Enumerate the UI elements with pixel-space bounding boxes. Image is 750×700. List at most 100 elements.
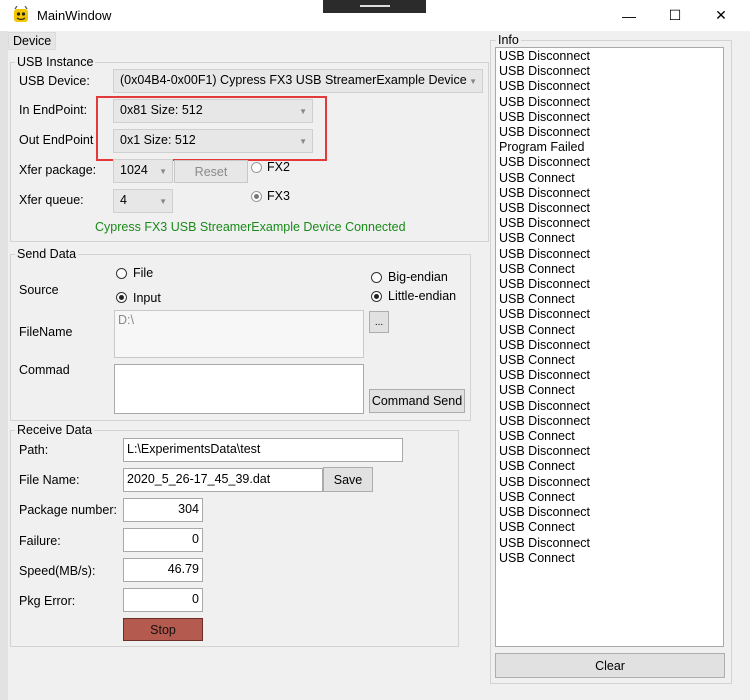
info-log-item: USB Disconnect [499, 201, 591, 216]
info-log-item: USB Connect [499, 322, 575, 337]
usb-instance-title: USB Instance [15, 55, 96, 69]
big-endian-radio[interactable] [371, 272, 382, 283]
info-log-item: USB Disconnect [499, 444, 591, 459]
info-log-item: Program Failed [499, 140, 585, 155]
drag-handle-grip-icon [360, 5, 390, 7]
reset-button[interactable]: Reset [174, 160, 248, 183]
info-log-item: USB Connect [499, 170, 575, 185]
minimize-icon: — [622, 7, 636, 24]
maximize-button[interactable]: ☐ [652, 0, 698, 31]
speed-label: Speed(MB/s): [19, 564, 96, 578]
failure-label: Failure: [19, 534, 61, 548]
xfer-queue-value: 4 [120, 193, 127, 207]
fx3-label: FX3 [267, 189, 290, 203]
little-endian-label: Little-endian [388, 289, 457, 303]
command-send-button[interactable]: Command Send [369, 389, 465, 413]
info-log-item: USB Disconnect [499, 109, 591, 124]
in-endpoint-label: In EndPoint: [19, 103, 88, 117]
info-log-list[interactable]: USB Disconnect USB Disconnect USB Disconne… [495, 47, 724, 647]
input-option-label: Input [133, 291, 161, 305]
save-button[interactable]: Save [323, 467, 373, 492]
info-title: Info [496, 33, 521, 47]
info-log-item: USB Connect [499, 550, 575, 565]
close-icon: ✕ [715, 7, 727, 23]
source-label: Source [19, 283, 59, 297]
pkg-error-field: 0 [123, 588, 203, 612]
send-data-title: Send Data [15, 247, 79, 261]
usb-device-select[interactable]: (0x04B4-0x00F1) Cypress FX3 USB Streamer… [113, 69, 483, 93]
input-radio[interactable] [116, 292, 127, 303]
info-log-item: USB Disconnect [499, 337, 591, 352]
xfer-queue-label: Xfer queue: [19, 193, 84, 207]
endpoint-highlight-box [96, 96, 327, 161]
info-log-item: USB Disconnect [499, 49, 591, 63]
file-name-label: File Name: [19, 473, 80, 487]
big-endian-label: Big-endian [388, 270, 448, 284]
info-log-item: USB Disconnect [499, 185, 591, 200]
file-radio[interactable] [116, 268, 127, 279]
fx2-label: FX2 [267, 160, 290, 174]
info-log-item: USB Disconnect [499, 246, 591, 261]
receive-data-title: Receive Data [15, 423, 95, 437]
info-log-item: USB Disconnect [499, 155, 591, 170]
filename-label: FileName [19, 325, 73, 339]
info-log-item: USB Disconnect [499, 307, 591, 322]
fx2-radio[interactable] [251, 162, 262, 173]
info-log-item: USB Disconnect [499, 505, 591, 520]
info-log-item: USB Disconnect [499, 413, 591, 428]
info-log-item: USB Connect [499, 261, 575, 276]
file-name-field[interactable]: 2020_5_26-17_45_39.dat [123, 468, 323, 492]
xfer-package-label: Xfer package: [19, 163, 97, 177]
info-log-item: USB Disconnect [499, 398, 591, 413]
info-log-items: USB Disconnect USB Disconnect USB Disconne… [496, 48, 723, 567]
chevron-down-icon: ▼ [159, 197, 167, 206]
app-icon [12, 5, 30, 24]
info-log-item: USB Disconnect [499, 474, 591, 489]
info-log-item: USB Connect [499, 231, 575, 246]
command-field[interactable] [114, 364, 364, 414]
window-title: MainWindow [37, 8, 112, 23]
info-log-item: USB Connect [499, 292, 575, 307]
info-log-item: USB Disconnect [499, 216, 591, 231]
background-window-edge [0, 31, 8, 700]
speed-field: 46.79 [123, 558, 203, 582]
out-endpoint-label: Out EndPoint [19, 133, 94, 147]
info-log-item: USB Connect [499, 353, 575, 368]
command-label: Commad [19, 363, 70, 377]
info-log-item: USB Connect [499, 489, 575, 504]
xfer-queue-select[interactable]: 4 ▼ [113, 189, 173, 213]
info-log-item: USB Connect [499, 520, 575, 535]
xfer-package-select[interactable]: 1024 ▼ [113, 159, 173, 183]
maximize-icon: ☐ [668, 7, 682, 23]
path-field[interactable]: L:\ExperimentsData\test [123, 438, 403, 462]
xfer-package-value: 1024 [120, 163, 148, 177]
pkg-error-label: Pkg Error: [19, 594, 76, 608]
stop-button[interactable]: Stop [123, 618, 203, 641]
info-log-item: USB Connect [499, 429, 575, 444]
chevron-down-icon: ▼ [469, 77, 477, 86]
chevron-down-icon: ▼ [159, 167, 167, 176]
info-log-item: USB Connect [499, 459, 575, 474]
menu-device[interactable]: Device [8, 32, 57, 50]
info-log-item: USB Disconnect [499, 79, 591, 94]
usb-device-label: USB Device: [19, 74, 90, 88]
little-endian-radio[interactable] [371, 291, 382, 302]
info-log-item: USB Disconnect [499, 64, 591, 79]
package-number-field: 304 [123, 498, 203, 522]
receive-data-group [10, 430, 459, 647]
clear-button[interactable]: Clear [495, 653, 725, 678]
filename-field[interactable]: D:\ [114, 310, 364, 358]
info-log-item: USB Disconnect [499, 535, 591, 550]
info-log-item: USB Disconnect [499, 94, 591, 109]
minimize-button[interactable]: — [606, 0, 652, 31]
package-number-label: Package number: [19, 503, 117, 517]
path-label: Path: [19, 443, 49, 457]
connection-status-text: Cypress FX3 USB StreamerExample Device C… [95, 220, 406, 234]
browse-button[interactable]: ... [369, 311, 389, 333]
info-log-item: USB Disconnect [499, 125, 591, 140]
usb-device-value: (0x04B4-0x00F1) Cypress FX3 USB Streamer… [120, 73, 467, 87]
fx3-radio[interactable] [251, 191, 262, 202]
info-log-item: USB Connect [499, 383, 575, 398]
close-button[interactable]: ✕ [698, 0, 744, 31]
info-log-item: USB Disconnect [499, 277, 591, 292]
